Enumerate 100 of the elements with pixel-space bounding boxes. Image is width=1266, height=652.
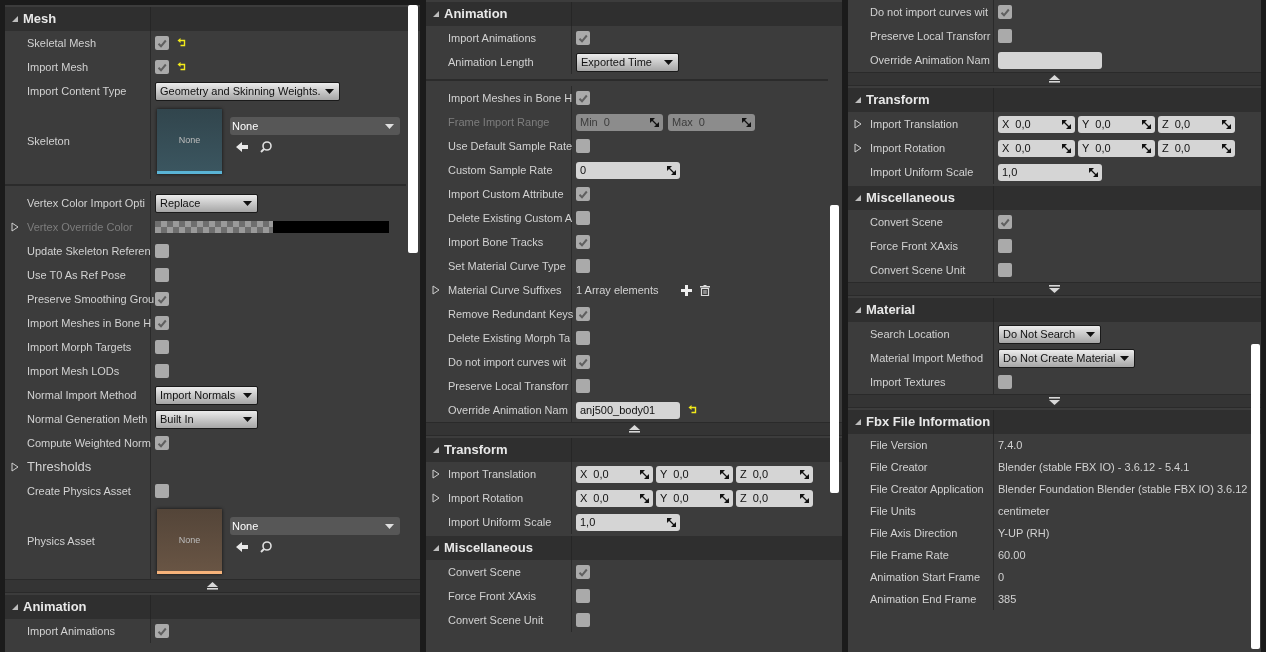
checkbox[interactable] <box>998 263 1012 277</box>
drag-arrows-icon[interactable] <box>1222 119 1231 129</box>
checkbox[interactable] <box>998 29 1012 43</box>
collapse-arrow-icon[interactable] <box>11 603 19 611</box>
drag-arrows-icon[interactable] <box>1222 143 1231 153</box>
collapse-up-icon[interactable] <box>628 425 640 433</box>
checkbox[interactable] <box>155 268 169 282</box>
checkbox[interactable] <box>155 340 169 354</box>
collapse-arrow-icon[interactable] <box>432 544 440 552</box>
drag-arrows-icon[interactable] <box>1062 119 1071 129</box>
checkbox[interactable] <box>576 589 590 603</box>
drag-arrows-icon[interactable] <box>640 493 649 503</box>
asset-dropdown[interactable]: None <box>230 517 400 535</box>
checkbox[interactable] <box>576 379 590 393</box>
scrollbar-thumb[interactable] <box>830 205 839 493</box>
number-field[interactable]: Y 0,0 <box>656 465 733 483</box>
checkbox[interactable] <box>576 613 590 627</box>
reset-icon[interactable] <box>177 62 187 72</box>
collapse-arrow-icon[interactable] <box>854 306 862 314</box>
color-swatch[interactable] <box>155 221 389 233</box>
checkbox[interactable] <box>155 364 169 378</box>
checkbox[interactable] <box>155 60 169 74</box>
scrollbar-thumb[interactable] <box>408 5 418 253</box>
asset-thumbnail[interactable]: None <box>157 508 222 574</box>
checkbox[interactable] <box>576 355 590 369</box>
section-title[interactable]: Transform <box>444 440 508 460</box>
checkbox[interactable] <box>576 331 590 345</box>
section-title[interactable]: Animation <box>444 4 508 24</box>
checkbox[interactable] <box>998 215 1012 229</box>
checkbox[interactable] <box>576 307 590 321</box>
drag-arrows-icon[interactable] <box>667 517 676 527</box>
checkbox[interactable] <box>155 292 169 306</box>
collapse-up-icon[interactable] <box>207 582 218 590</box>
text-field[interactable] <box>998 51 1102 69</box>
checkbox[interactable] <box>998 375 1012 389</box>
number-field[interactable]: Z 0,0 <box>1158 139 1235 157</box>
plus-icon[interactable] <box>680 284 692 296</box>
left-arrow-icon[interactable] <box>236 142 248 152</box>
number-field[interactable]: X 0,0 <box>998 115 1075 133</box>
section-title[interactable]: Transform <box>866 90 930 110</box>
number-field[interactable]: X 0,0 <box>998 139 1075 157</box>
drag-arrows-icon[interactable] <box>1142 119 1151 129</box>
dropdown[interactable]: Do Not Create Material <box>998 348 1135 368</box>
drag-arrows-icon[interactable] <box>800 469 809 479</box>
expand-arrow-icon[interactable] <box>854 119 862 129</box>
checkbox[interactable] <box>576 91 590 105</box>
collapse-arrow-icon[interactable] <box>432 10 440 18</box>
text-field[interactable]: anj500_body01 <box>576 401 680 419</box>
drag-arrows-icon[interactable] <box>1142 143 1151 153</box>
checkbox[interactable] <box>155 244 169 258</box>
number-field[interactable]: X 0,0 <box>576 465 653 483</box>
drag-arrows-icon[interactable] <box>720 469 729 479</box>
section-title[interactable]: Miscellaneous <box>866 188 955 208</box>
asset-thumbnail[interactable]: None <box>157 108 222 174</box>
number-field[interactable]: Z 0,0 <box>1158 115 1235 133</box>
number-field[interactable]: Y 0,0 <box>1078 115 1155 133</box>
advanced-toggle[interactable] <box>848 72 1261 86</box>
drag-arrows-icon[interactable] <box>640 469 649 479</box>
search-icon[interactable] <box>260 541 272 553</box>
trash-icon[interactable] <box>699 284 710 296</box>
asset-dropdown[interactable]: None <box>230 117 400 135</box>
number-field[interactable]: Z 0,0 <box>736 465 813 483</box>
number-field[interactable]: 1,0 <box>576 513 680 531</box>
expand-down-icon[interactable] <box>1049 285 1060 293</box>
collapse-arrow-icon[interactable] <box>854 418 862 426</box>
number-field[interactable]: Y 0,0 <box>656 489 733 507</box>
drag-arrows-icon[interactable] <box>800 493 809 503</box>
number-field[interactable]: Z 0,0 <box>736 489 813 507</box>
advanced-toggle[interactable] <box>848 394 1261 408</box>
checkbox[interactable] <box>155 36 169 50</box>
collapse-arrow-icon[interactable] <box>432 446 440 454</box>
section-title[interactable]: Miscellaneous <box>444 538 533 558</box>
scrollbar-thumb[interactable] <box>1251 344 1260 649</box>
drag-arrows-icon[interactable] <box>667 165 676 175</box>
expand-arrow-icon[interactable] <box>11 462 19 472</box>
number-field[interactable]: 1,0 <box>998 163 1102 181</box>
section-title[interactable]: Animation <box>23 597 87 617</box>
number-field[interactable]: X 0,0 <box>576 489 653 507</box>
number-field[interactable]: 0 <box>576 161 680 179</box>
section-title[interactable]: Mesh <box>23 9 57 29</box>
expand-arrow-icon[interactable] <box>432 285 440 295</box>
number-field[interactable]: Y 0,0 <box>1078 139 1155 157</box>
checkbox[interactable] <box>998 239 1012 253</box>
expand-arrow-icon[interactable] <box>432 469 440 479</box>
dropdown[interactable]: Do Not Search <box>998 324 1101 344</box>
checkbox[interactable] <box>155 484 169 498</box>
expand-arrow-icon[interactable] <box>854 143 862 153</box>
checkbox[interactable] <box>576 187 590 201</box>
checkbox[interactable] <box>576 235 590 249</box>
dropdown[interactable]: Import Normals <box>155 385 258 405</box>
search-icon[interactable] <box>260 141 272 153</box>
section-title[interactable]: Material <box>866 300 916 320</box>
collapse-arrow-icon[interactable] <box>854 96 862 104</box>
checkbox[interactable] <box>155 436 169 450</box>
checkbox[interactable] <box>576 259 590 273</box>
collapse-arrow-icon[interactable] <box>11 15 19 23</box>
drag-arrows-icon[interactable] <box>720 493 729 503</box>
checkbox[interactable] <box>155 316 169 330</box>
checkbox[interactable] <box>155 624 169 638</box>
collapse-arrow-icon[interactable] <box>854 194 862 202</box>
